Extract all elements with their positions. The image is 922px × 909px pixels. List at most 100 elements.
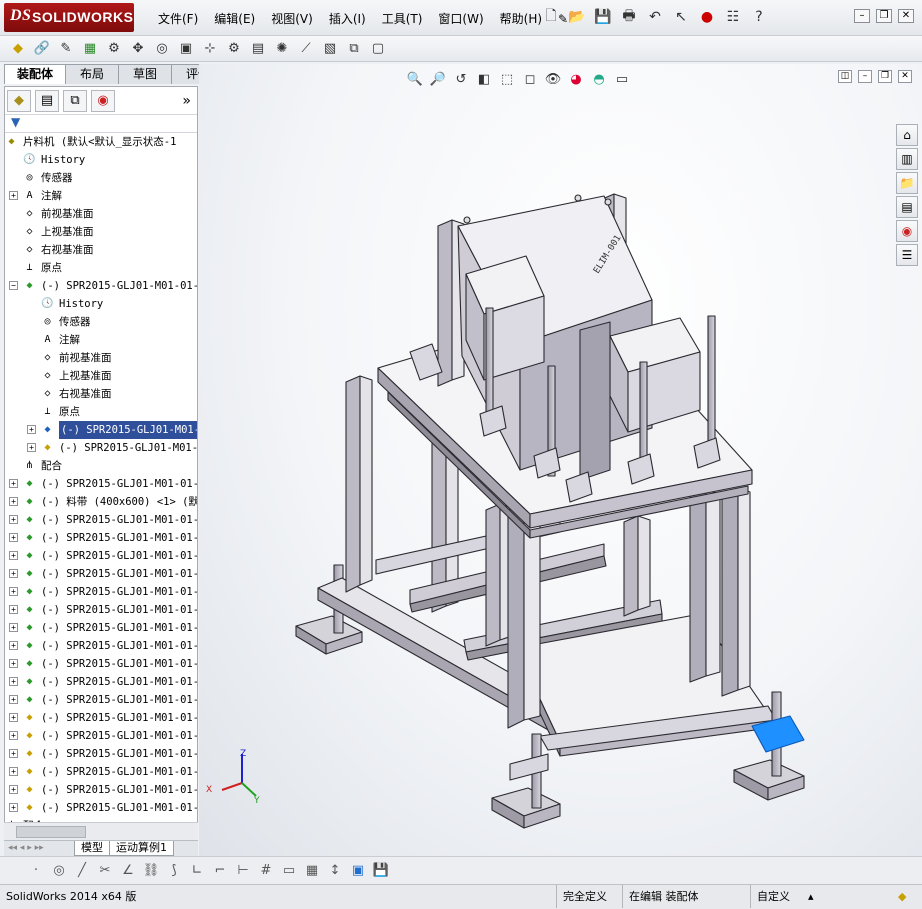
show-hidden-icon[interactable]: ◎ <box>152 39 172 59</box>
expand-icon[interactable]: + <box>9 677 18 686</box>
undo-icon[interactable]: ↶ <box>644 6 666 28</box>
expand-icon[interactable]: + <box>9 713 18 722</box>
solidworks-logo[interactable]: DS SOLIDWORKS <box>4 3 134 32</box>
explode-line-sketch-icon[interactable]: ⟋ <box>296 39 316 59</box>
help-icon[interactable]: ? <box>748 6 770 28</box>
chain-icon[interactable]: ⛓ <box>141 861 161 881</box>
tree-component[interactable]: + ◆ (-) SPR2015-GLJ01-M01-01-A <box>5 655 197 673</box>
tree-item[interactable]: ⊥ 原点 <box>5 403 197 421</box>
reference-geometry-icon[interactable]: ⊹ <box>200 39 220 59</box>
tree-component[interactable]: + ◆ (-) SPR2015-GLJ01-M01-01-A <box>5 673 197 691</box>
expand-icon[interactable]: + <box>9 587 18 596</box>
grid-icon[interactable]: # <box>256 861 276 881</box>
tree-component[interactable]: + ◆ (-) SPR2015-GLJ01-M01-01-B <box>5 799 197 817</box>
line-icon[interactable]: ╱ <box>72 861 92 881</box>
tree-component[interactable]: + ◆ (-) 料带 (400x600) <1> (默 <box>5 493 197 511</box>
tree-item[interactable]: ◎ 传感器 <box>5 169 197 187</box>
tree-item[interactable]: ◇ 前视基准面 <box>5 349 197 367</box>
scrollbar-thumb[interactable] <box>16 826 86 838</box>
tag-icon[interactable]: ◆ <box>898 885 906 908</box>
restore-icon[interactable]: ❐ <box>876 9 892 23</box>
tree-component[interactable]: + ◆ (-) SPR2015-GLJ01-M01-01-A <box>5 565 197 583</box>
file-properties-icon[interactable]: ☷ <box>722 6 744 28</box>
expand-icon[interactable]: + <box>9 551 18 560</box>
tab-model[interactable]: 模型 <box>74 841 110 856</box>
tree-component[interactable]: + ◆ (-) SPR2015-GLJ01-M01-01-A <box>5 511 197 529</box>
tree-component[interactable]: + ◆ (-) SPR2015-GLJ01-M01-01-B <box>5 781 197 799</box>
expand-icon[interactable]: + <box>9 605 18 614</box>
component-preview-icon[interactable]: ✎ <box>56 39 76 59</box>
open-icon[interactable]: 📂 <box>566 6 588 28</box>
tab-motion-study[interactable]: 运动算例1 <box>109 841 174 856</box>
tree-component[interactable]: + ◆ (-) SPR2015-GLJ01-M01-01-B <box>5 709 197 727</box>
tree-item[interactable]: ◇ 右视基准面 <box>5 385 197 403</box>
clearance-verification-icon[interactable]: ⧉ <box>344 39 364 59</box>
tree-item[interactable]: ◎ 传感器 <box>5 313 197 331</box>
table-icon[interactable]: ▦ <box>302 861 322 881</box>
select-icon[interactable]: ↖ <box>670 6 692 28</box>
expand-icon[interactable]: + <box>9 569 18 578</box>
tree-component[interactable]: + ◆ (-) SPR2015-GLJ01-M01-01-A <box>5 529 197 547</box>
tree-item[interactable]: 🕓 History <box>5 295 197 313</box>
close-icon[interactable]: ✕ <box>898 9 914 23</box>
expand-icon[interactable]: + <box>9 659 18 668</box>
tree-component[interactable]: + ◆ (-) SPR2015-GLJ01-M01-01-A <box>5 619 197 637</box>
tree-component-selected[interactable]: + ◆ (-) SPR2015-GLJ01-M01- <box>5 421 197 439</box>
coordinate-triad[interactable]: Z X Y <box>206 749 260 806</box>
tree-item[interactable]: + A 注解 <box>5 187 197 205</box>
menu-tools[interactable]: 工具(T) <box>374 10 431 28</box>
tab-assembly[interactable]: 装配体 <box>4 64 67 84</box>
menu-window[interactable]: 窗口(W) <box>430 10 491 28</box>
units-menu-icon[interactable]: ▴ <box>808 885 814 908</box>
tree-item[interactable]: ⊥ 原点 <box>5 259 197 277</box>
assembly-3d-model[interactable]: ELIM-001 Z X Y <box>199 64 922 856</box>
expand-panel-icon[interactable]: » <box>182 93 191 109</box>
tree-item[interactable]: ◇ 右视基准面 <box>5 241 197 259</box>
menu-file[interactable]: 文件(F) <box>150 10 206 28</box>
tree-component[interactable]: + ◆ (-) SPR2015-GLJ01-M01-01-A <box>5 583 197 601</box>
expand-icon[interactable]: + <box>9 191 18 200</box>
tab-navigation-arrows[interactable]: ◂◂ ◂ ▸ ▸▸ <box>4 841 74 856</box>
move-icon[interactable]: ↕ <box>325 861 345 881</box>
tree-component[interactable]: + ◆ (-) SPR2015-GLJ01-M01-01-A <box>5 691 197 709</box>
menu-edit[interactable]: 编辑(E) <box>206 10 263 28</box>
expand-icon[interactable]: + <box>9 803 18 812</box>
expand-icon[interactable]: + <box>9 641 18 650</box>
tangent-icon[interactable]: ⟆ <box>164 861 184 881</box>
tree-item[interactable]: A 注解 <box>5 331 197 349</box>
tree-item[interactable]: ◇ 上视基准面 <box>5 223 197 241</box>
tree-component[interactable]: + ◆ (-) SPR2015-GLJ01-M01-01-A <box>5 547 197 565</box>
angle-icon[interactable]: ∠ <box>118 861 138 881</box>
tree-item[interactable]: ◇ 前视基准面 <box>5 205 197 223</box>
tree-root-assembly[interactable]: ◆ 片料机 (默认<默认_显示状态-1 <box>5 133 197 151</box>
tree-component[interactable]: + ◆ (-) SPR2015-GLJ01-M01-01-A <box>5 475 197 493</box>
display-manager-tab-icon[interactable]: ◉ <box>91 89 115 112</box>
insert-component-icon[interactable]: ◆ <box>8 39 28 59</box>
dimension-icon[interactable]: ⊢ <box>233 861 253 881</box>
minimize-icon[interactable]: – <box>854 9 870 23</box>
expand-icon[interactable]: + <box>9 515 18 524</box>
property-manager-tab-icon[interactable]: ▤ <box>35 89 59 112</box>
rebuild-icon[interactable]: ● <box>696 6 718 28</box>
expand-icon[interactable]: + <box>9 785 18 794</box>
shaded-cube-icon[interactable]: ▣ <box>348 861 368 881</box>
save-icon[interactable]: 💾 <box>592 6 614 28</box>
move-component-icon[interactable]: ✥ <box>128 39 148 59</box>
trim-icon[interactable]: ✂ <box>95 861 115 881</box>
window-icon[interactable]: ▭ <box>279 861 299 881</box>
filter-icon[interactable]: ▼ <box>5 115 197 133</box>
panel-horizontal-scrollbar[interactable] <box>4 822 198 840</box>
feature-manager-tab-icon[interactable]: ◆ <box>7 89 31 112</box>
collapse-icon[interactable]: − <box>9 281 18 290</box>
instant3d-icon[interactable]: ▢ <box>368 39 388 59</box>
tree-subassembly[interactable]: − ◆ (-) SPR2015-GLJ01-M01-01-A <box>5 277 197 295</box>
point-icon[interactable]: · <box>26 861 46 881</box>
expand-icon[interactable]: + <box>9 533 18 542</box>
tree-component[interactable]: + ◆ (-) SPR2015-GLJ01-M01-01-A <box>5 601 197 619</box>
tree-component[interactable]: + ◆ (-) SPR2015-GLJ01-M01-01-A <box>5 637 197 655</box>
expand-icon[interactable]: + <box>9 695 18 704</box>
new-motion-study-icon[interactable]: ⚙ <box>224 39 244 59</box>
expand-icon[interactable]: + <box>9 497 18 506</box>
tree-component[interactable]: + ◆ (-) SPR2015-GLJ01-M01-01-B <box>5 727 197 745</box>
menu-insert[interactable]: 插入(I) <box>321 10 374 28</box>
